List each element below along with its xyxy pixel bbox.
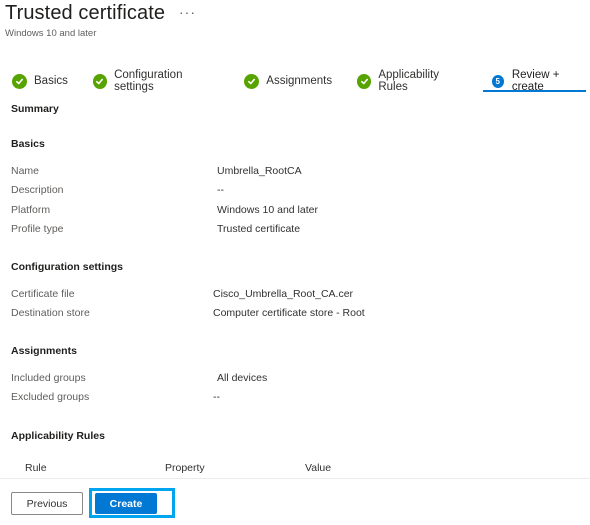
assignments-heading: Assignments (11, 345, 77, 357)
excluded-groups-value: -- (213, 391, 220, 403)
certificate-file-value: Cisco_Umbrella_Root_CA.cer (213, 288, 354, 300)
basics-name-value: Umbrella_RootCA (217, 165, 302, 177)
basics-description-label: Description (11, 184, 64, 196)
current-step-indicator (483, 90, 586, 92)
step-basics[interactable]: Basics (12, 73, 68, 89)
basics-description-value: -- (217, 184, 224, 196)
more-options-icon[interactable]: ··· (179, 4, 196, 20)
step-assignments[interactable]: Assignments (244, 73, 333, 89)
basics-profile-type-value: Trusted certificate (217, 223, 301, 235)
step-label: Applicability Rules (378, 69, 440, 93)
checkmark-icon (357, 73, 372, 89)
checkmark-icon (244, 73, 260, 89)
included-groups-label: Included groups (11, 372, 86, 384)
footer-divider (0, 478, 590, 479)
excluded-groups-label: Excluded groups (11, 391, 90, 403)
destination-store-label: Destination store (11, 307, 90, 319)
column-header-property: Property (165, 462, 205, 474)
included-groups-value: All devices (217, 372, 268, 384)
basics-heading: Basics (11, 138, 45, 150)
step-label: Assignments (266, 75, 333, 87)
checkmark-icon (12, 73, 27, 89)
page-subtitle: Windows 10 and later (5, 28, 97, 39)
destination-store-value: Computer certificate store - Root (213, 307, 365, 319)
page-header: Trusted certificate Windows 10 and later (5, 2, 165, 39)
step-number-badge: 5 (491, 74, 504, 88)
basics-name-label: Name (11, 165, 40, 177)
step-configuration-settings[interactable]: Configuration settings (92, 69, 219, 93)
step-applicability-rules[interactable]: Applicability Rules (357, 69, 466, 93)
checkmark-icon (92, 73, 108, 89)
summary-heading: Summary (11, 103, 59, 115)
create-button[interactable]: Create (95, 493, 157, 514)
column-header-value: Value (305, 462, 332, 474)
basics-profile-type-label: Profile type (11, 223, 64, 235)
previous-button[interactable]: Previous (11, 492, 83, 515)
step-label: Configuration settings (114, 69, 183, 93)
configuration-heading: Configuration settings (11, 261, 123, 273)
column-header-rule: Rule (25, 462, 47, 474)
applicability-heading: Applicability Rules (11, 430, 105, 442)
basics-platform-value: Windows 10 and later (217, 204, 318, 216)
certificate-file-label: Certificate file (11, 288, 75, 300)
step-label: Basics (34, 75, 68, 87)
page-title: Trusted certificate (5, 2, 166, 24)
basics-platform-label: Platform (11, 204, 51, 216)
